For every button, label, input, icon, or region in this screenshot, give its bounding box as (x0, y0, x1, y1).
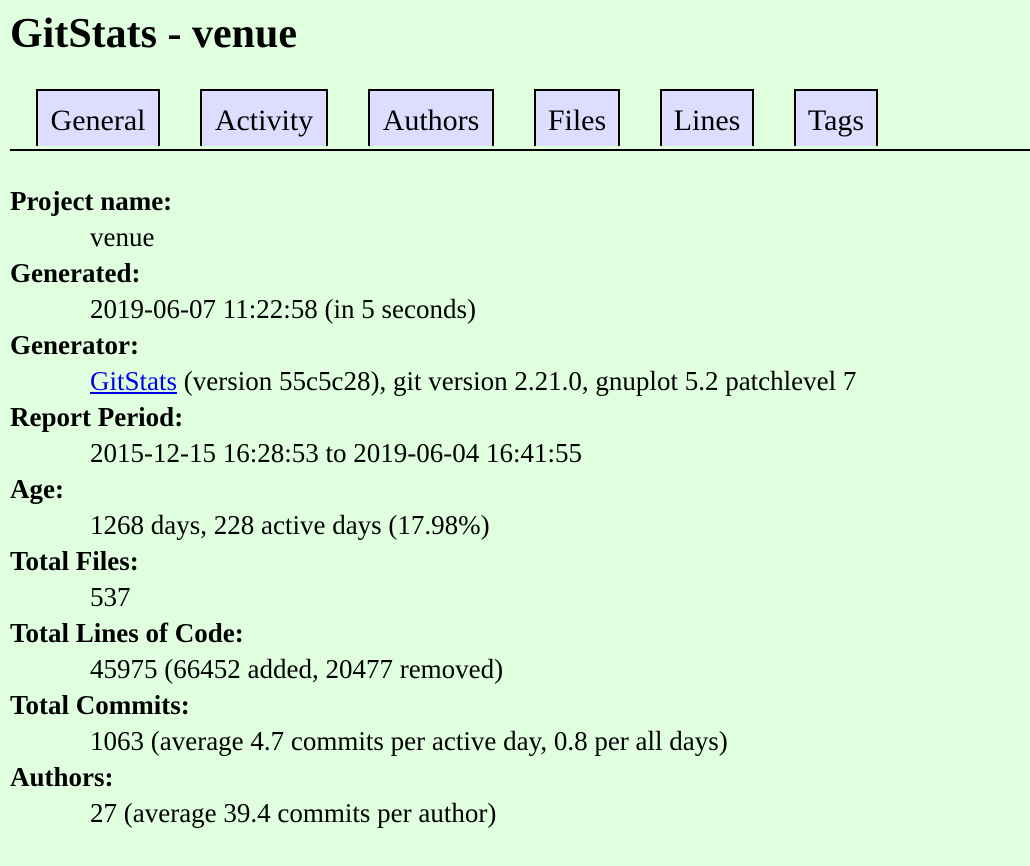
project-name-label: Project name: (10, 186, 173, 216)
page-title: GitStats - venue (10, 11, 297, 57)
total-files-value: 537 (90, 582, 131, 612)
authors-label: Authors: (10, 762, 114, 792)
report-period-value: 2015-12-15 16:28:53 to 2019-06-04 16:41:… (90, 438, 582, 468)
tab-files[interactable]: Files (534, 89, 620, 146)
tab-authors[interactable]: Authors (368, 89, 494, 146)
total-files-label: Total Files: (10, 546, 139, 576)
generator-label: Generator: (10, 330, 139, 360)
total-lines-label: Total Lines of Code: (10, 618, 244, 648)
tab-activity[interactable]: Activity (200, 89, 328, 146)
generator-value: GitStats (version 55c5c28), git version … (90, 363, 856, 399)
nav-tabs: General Activity Authors Files Lines Tag… (10, 89, 1030, 151)
project-name-value: venue (90, 222, 155, 252)
tab-general[interactable]: General (36, 89, 160, 146)
total-lines-value: 45975 (66452 added, 20477 removed) (90, 654, 504, 684)
total-commits-value: 1063 (average 4.7 commits per active day… (90, 726, 728, 756)
generated-label: Generated: (10, 258, 141, 288)
total-commits-label: Total Commits: (10, 690, 190, 720)
generated-value: 2019-06-07 11:22:58 (in 5 seconds) (90, 294, 476, 324)
age-value: 1268 days, 228 active days (17.98%) (90, 510, 490, 540)
general-stats-list: Project name: venue Generated: 2019-06-0… (10, 183, 856, 831)
generator-details: (version 55c5c28), git version 2.21.0, g… (177, 366, 857, 396)
tab-tags[interactable]: Tags (794, 89, 878, 146)
age-label: Age: (10, 474, 64, 504)
authors-value: 27 (average 39.4 commits per author) (90, 798, 497, 828)
tab-lines[interactable]: Lines (660, 89, 754, 146)
gitstats-link[interactable]: GitStats (90, 366, 177, 396)
report-period-label: Report Period: (10, 402, 184, 432)
